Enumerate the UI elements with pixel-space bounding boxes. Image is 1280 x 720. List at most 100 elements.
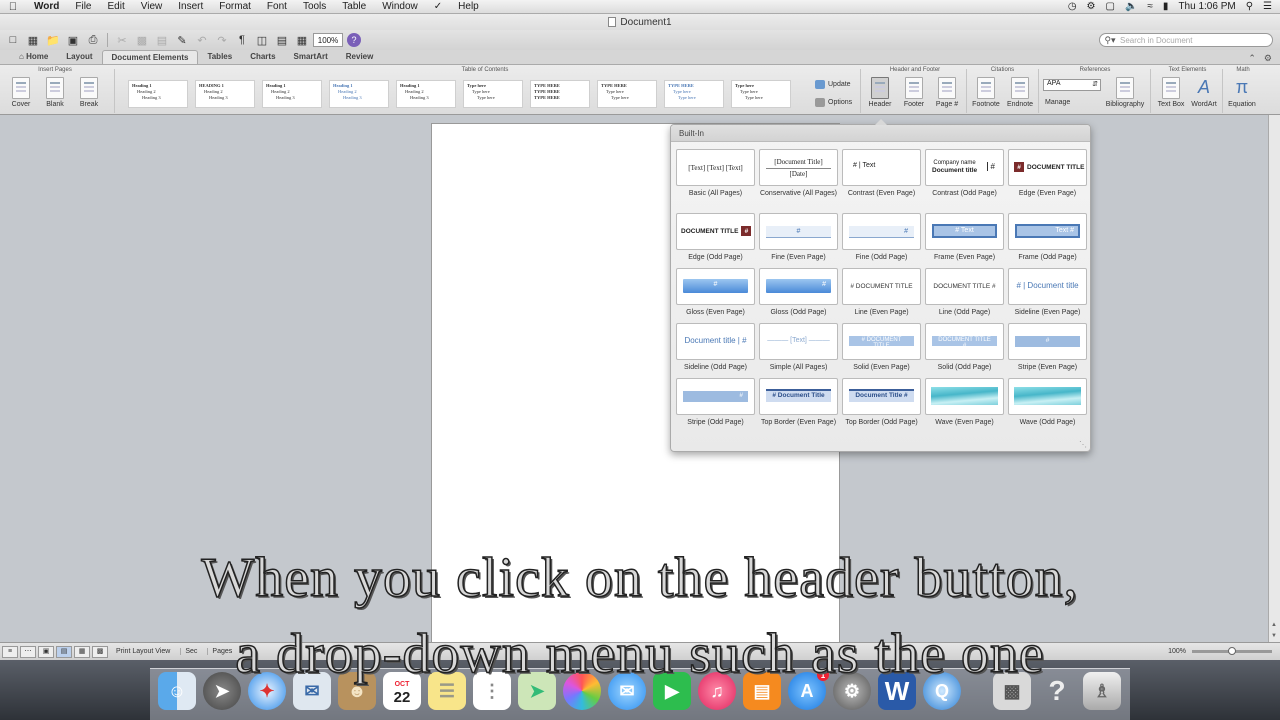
- header-style-edge-even[interactable]: # DOCUMENT TITLE Edge (Even Page): [1008, 149, 1087, 198]
- quicktime-icon[interactable]: Q: [923, 672, 961, 710]
- battery-icon[interactable]: ▮: [1163, 1, 1169, 12]
- safari-icon[interactable]: ✦: [248, 672, 286, 710]
- mail-icon[interactable]: ✉: [293, 672, 331, 710]
- text-box-button[interactable]: Text Box: [1157, 77, 1185, 108]
- equation-button[interactable]: π Equation: [1228, 77, 1256, 108]
- scroll-down-icon[interactable]: ▼: [1271, 633, 1277, 639]
- help-icon[interactable]: ?: [347, 33, 361, 47]
- trash-icon[interactable]: ♗: [1083, 672, 1121, 710]
- header-style-line-odd[interactable]: DOCUMENT TITLE # Line (Odd Page): [925, 268, 1004, 317]
- header-style-fine-even[interactable]: # Fine (Even Page): [759, 213, 838, 262]
- header-style-fine-odd[interactable]: # Fine (Odd Page): [842, 213, 921, 262]
- header-style-simple[interactable]: ——— [Text] ——— Simple (All Pages): [759, 323, 838, 372]
- notes-icon[interactable]: ☰: [428, 672, 466, 710]
- tab-smartart[interactable]: SmartArt: [285, 50, 337, 64]
- format-painter-icon[interactable]: ✎: [173, 32, 191, 48]
- volume-icon[interactable]: 🔈: [1125, 1, 1137, 12]
- header-style-frame-odd[interactable]: Text # Frame (Odd Page): [1008, 213, 1087, 262]
- photos-icon[interactable]: [563, 672, 601, 710]
- header-style-solid-even[interactable]: # DOCUMENT TITLE Solid (Even Page): [842, 323, 921, 372]
- new-document-icon[interactable]: □: [4, 32, 22, 48]
- toc-style-10[interactable]: Type here Type here Type here: [731, 80, 791, 108]
- header-style-conservative[interactable]: [Document Title] [Date] Conservative (All…: [759, 149, 838, 198]
- wifi-icon[interactable]: ≈: [1147, 1, 1153, 12]
- header-style-sideline-odd[interactable]: Document title | # Sideline (Odd Page): [676, 323, 755, 372]
- header-style-line-even[interactable]: # DOCUMENT TITLE Line (Even Page): [842, 268, 921, 317]
- header-style-gloss-even[interactable]: # Gloss (Even Page): [676, 268, 755, 317]
- focus-view-button[interactable]: ▩: [92, 645, 108, 658]
- paste-icon[interactable]: ▤: [153, 32, 171, 48]
- header-style-solid-odd[interactable]: DOCUMENT TITLE # Solid (Odd Page): [925, 323, 1004, 372]
- facetime-icon[interactable]: ▶: [653, 672, 691, 710]
- contacts-icon[interactable]: ☻: [338, 672, 376, 710]
- header-style-edge-odd[interactable]: DOCUMENT TITLE # Edge (Odd Page): [676, 213, 755, 262]
- calendar-icon[interactable]: OCT 22: [383, 672, 421, 710]
- undo-icon[interactable]: ↶: [193, 32, 211, 48]
- bibliography-button[interactable]: Bibliography: [1104, 77, 1146, 108]
- spotlight-icon[interactable]: ⚲: [1246, 1, 1253, 12]
- endnote-button[interactable]: Endnote: [1006, 77, 1034, 108]
- layout-icon[interactable]: ▤: [273, 32, 291, 48]
- publishing-view-button[interactable]: ▣: [38, 645, 54, 658]
- tab-tables[interactable]: Tables: [198, 50, 241, 64]
- menu-format[interactable]: Format: [211, 1, 259, 12]
- search-field[interactable]: ⚲▾ Search in Document: [1099, 33, 1273, 47]
- scanner-icon[interactable]: ▩: [993, 672, 1031, 710]
- notebook-view-button[interactable]: ▦: [74, 645, 90, 658]
- blank-button[interactable]: Blank: [41, 77, 69, 108]
- header-style-basic[interactable]: [Text] [Text] [Text] Basic (All Pages): [676, 149, 755, 198]
- copy-icon[interactable]: ▩: [133, 32, 151, 48]
- itunes-icon[interactable]: ♫: [698, 672, 736, 710]
- break-button[interactable]: Break: [75, 77, 103, 108]
- header-style-wave-even[interactable]: Wave (Even Page): [925, 378, 1004, 427]
- menu-insert[interactable]: Insert: [170, 1, 211, 12]
- system-preferences-icon[interactable]: ⚙: [833, 672, 871, 710]
- menu-tools[interactable]: Tools: [295, 1, 334, 12]
- menu-file[interactable]: File: [67, 1, 99, 12]
- menu-edit[interactable]: Edit: [100, 1, 133, 12]
- menu-app-word[interactable]: Word: [26, 1, 67, 12]
- tab-review[interactable]: Review: [337, 50, 383, 64]
- tab-charts[interactable]: Charts: [241, 50, 284, 64]
- header-style-sideline-even[interactable]: # | Document title Sideline (Even Page): [1008, 268, 1087, 317]
- ribbon-settings-icon[interactable]: ⚙: [1264, 53, 1272, 64]
- toc-style-9[interactable]: TYPE HERE Type here Type here: [664, 80, 724, 108]
- vertical-scrollbar[interactable]: ▲ ▼: [1268, 115, 1280, 642]
- zoom-field[interactable]: 100%: [313, 33, 343, 47]
- resize-grip-icon[interactable]: ⋱: [1079, 440, 1087, 449]
- templates-icon[interactable]: ▦: [24, 32, 42, 48]
- footer-button[interactable]: Footer: [900, 77, 928, 108]
- wordart-button[interactable]: A WordArt: [1190, 77, 1218, 108]
- reminders-icon[interactable]: ⋮: [473, 672, 511, 710]
- tab-document-elements[interactable]: Document Elements: [101, 50, 199, 64]
- launchpad-icon[interactable]: ➤: [203, 672, 241, 710]
- header-style-stripe-odd[interactable]: # Stripe (Odd Page): [676, 378, 755, 427]
- draft-view-button[interactable]: ≡: [2, 645, 18, 658]
- page-number-button[interactable]: Page #: [933, 77, 961, 108]
- toc-style-8[interactable]: TYPE HERE Type here Type here: [597, 80, 657, 108]
- airplay-icon[interactable]: ▢: [1106, 1, 1115, 12]
- scroll-up-icon[interactable]: ▲: [1271, 622, 1277, 628]
- menu-table[interactable]: Table: [334, 1, 374, 12]
- notification-center-icon[interactable]: ☰: [1263, 1, 1272, 12]
- toc-style-6[interactable]: Type here Type here Type here: [463, 80, 523, 108]
- zoom-slider-knob[interactable]: [1228, 647, 1236, 655]
- header-style-contrast-even[interactable]: # | Text Contrast (Even Page): [842, 149, 921, 198]
- toc-style-2[interactable]: HEADING 1 Heading 2 Heading 3: [195, 80, 255, 108]
- print-icon[interactable]: ⎙: [84, 32, 102, 48]
- header-style-top-border-even[interactable]: # Document Title Top Border (Even Page): [759, 378, 838, 427]
- toc-style-4[interactable]: Heading 1 Heading 2 Heading 3: [329, 80, 389, 108]
- header-style-frame-even[interactable]: # Text Frame (Even Page): [925, 213, 1004, 262]
- help-icon[interactable]: ?: [1038, 672, 1076, 710]
- header-style-wave-odd[interactable]: Wave (Odd Page): [1008, 378, 1087, 427]
- ibooks-icon[interactable]: ▤: [743, 672, 781, 710]
- menu-view[interactable]: View: [133, 1, 171, 12]
- menu-window[interactable]: Window: [374, 1, 426, 12]
- citation-style-select[interactable]: APA ⇵: [1043, 79, 1101, 91]
- show-formatting-icon[interactable]: ¶: [233, 32, 251, 48]
- tab-layout[interactable]: Layout: [57, 50, 101, 64]
- time-machine-icon[interactable]: ◷: [1068, 1, 1077, 12]
- open-icon[interactable]: 📁: [44, 32, 62, 48]
- header-style-stripe-even[interactable]: # Stripe (Even Page): [1008, 323, 1087, 372]
- header-style-gloss-odd[interactable]: # Gloss (Odd Page): [759, 268, 838, 317]
